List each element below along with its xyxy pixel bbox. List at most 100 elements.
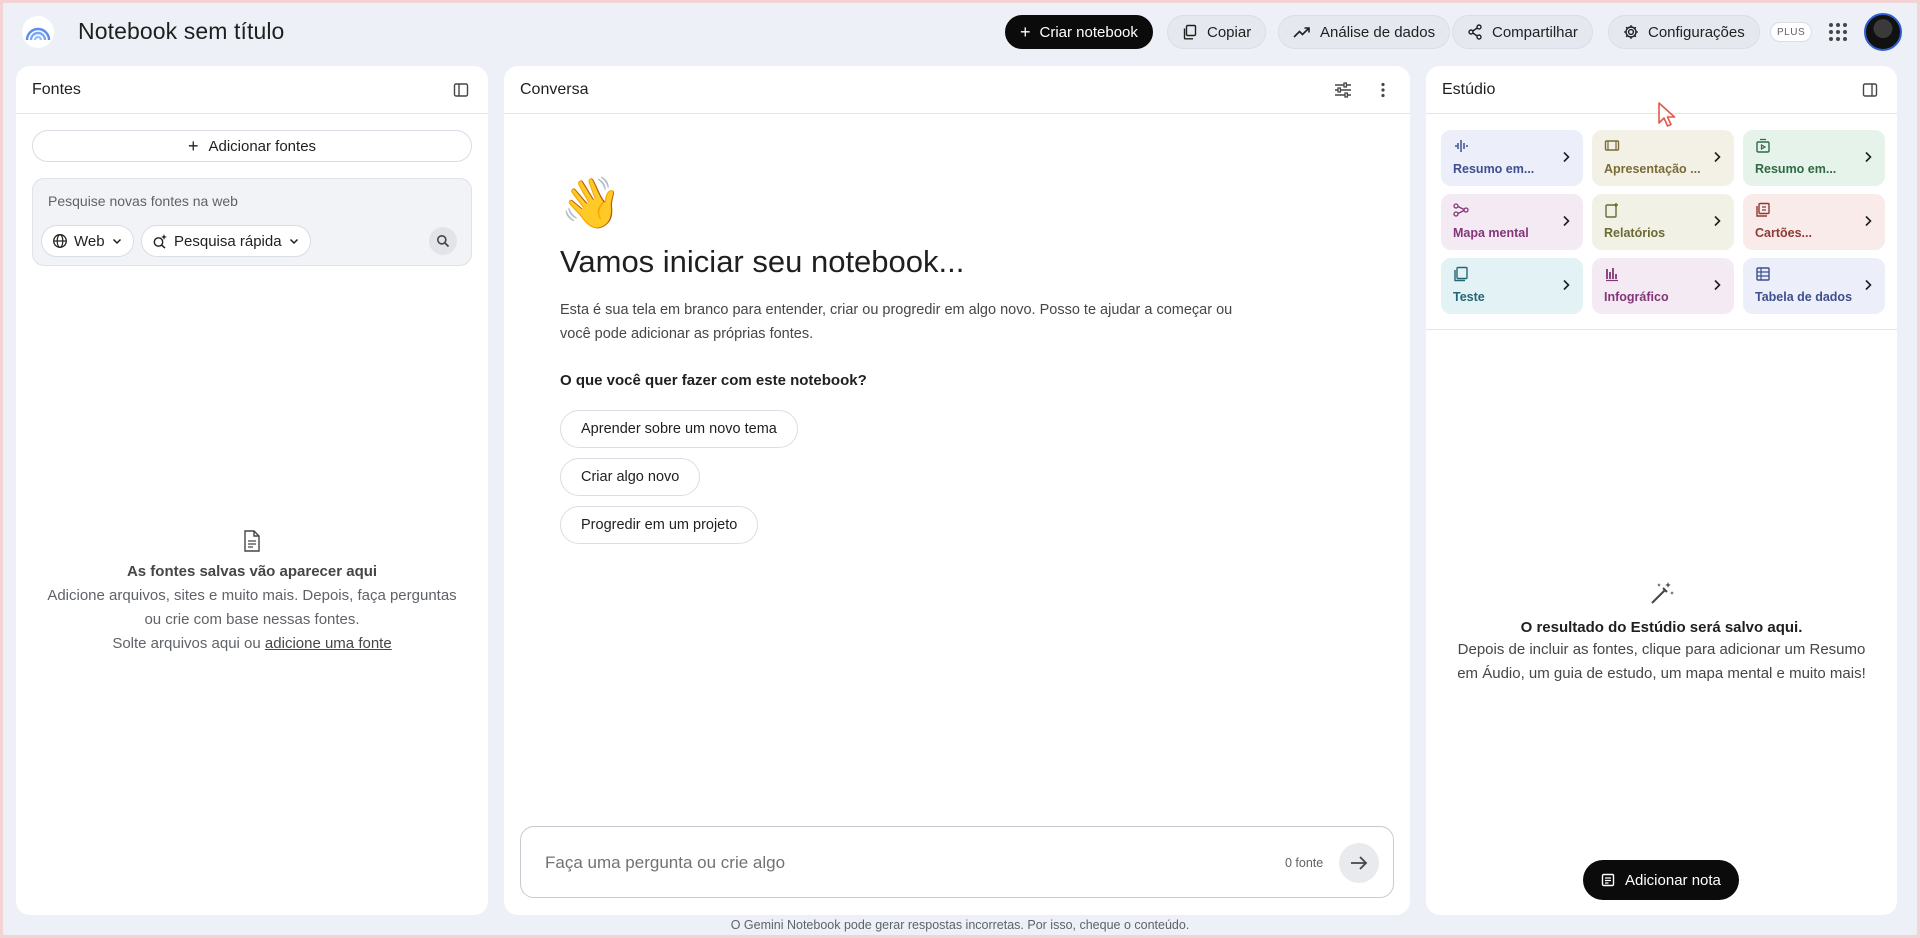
flashcards-icon <box>1756 202 1770 217</box>
sources-empty-description: Adicione arquivos, sites e muito mais. D… <box>47 587 457 628</box>
video-icon <box>1756 138 1770 153</box>
disclaimer-footer: O Gemini Notebook pode gerar respostas i… <box>730 918 1190 932</box>
create-notebook-button[interactable]: + Criar notebook <box>1005 15 1153 49</box>
chat-input[interactable]: Faça uma pergunta ou crie algo <box>545 853 785 873</box>
infographic-icon <box>1606 268 1618 282</box>
plus-icon: + <box>187 136 199 156</box>
studio-empty-description: Depois de incluir as fontes, clique para… <box>1457 641 1866 682</box>
web-source-dropdown[interactable]: Web <box>41 225 134 257</box>
copy-label: Copiar <box>1207 23 1252 41</box>
settings-button[interactable]: Configurações <box>1608 15 1760 49</box>
search-icon <box>437 235 450 248</box>
drop-hint-prefix: Solte arquivos aqui ou <box>112 635 265 652</box>
sidebar-toggle-icon <box>1862 82 1878 97</box>
sources-panel-header: Fontes <box>16 66 488 114</box>
chevron-right-icon <box>1865 215 1872 227</box>
chevron-right-icon <box>1865 279 1872 291</box>
studio-tile-mind-map[interactable]: Mapa mental <box>1441 194 1583 250</box>
suggestion-progress-project[interactable]: Progredir em um projeto <box>560 506 759 544</box>
sources-drop-hint: Solte arquivos aqui ou adicione uma font… <box>16 632 488 656</box>
studio-tile-infographic[interactable]: Infográfico <box>1592 258 1734 314</box>
account-avatar[interactable] <box>1864 13 1902 51</box>
studio-tile-video-presentation[interactable]: Apresentação ... <box>1592 130 1734 186</box>
document-icon <box>244 530 260 552</box>
chat-header-actions <box>1330 77 1396 103</box>
chat-prompt-question: O que você quer fazer com este notebook? <box>560 372 867 389</box>
studio-tile-label: Apresentação ... <box>1604 162 1701 176</box>
web-search-input[interactable]: Pesquise novas fontes na web <box>48 193 238 209</box>
studio-empty-title: O resultado do Estúdio será salvo aqui. <box>1520 619 1803 636</box>
studio-tile-label: Resumo em... <box>1755 162 1837 176</box>
more-vertical-icon <box>1381 82 1385 97</box>
research-chip-label: Pesquisa rápida <box>174 232 282 250</box>
share-button[interactable]: Compartilhar <box>1452 15 1593 49</box>
share-label: Compartilhar <box>1492 23 1578 41</box>
studio-tile-data-table[interactable]: Tabela de dados <box>1743 258 1885 314</box>
slides-icon <box>1604 140 1620 151</box>
studio-panel: Estúdio Resumo em... Apresentação ... Resu… <box>1426 66 1897 915</box>
chat-settings-button[interactable] <box>1330 77 1356 103</box>
studio-tile-video-overview[interactable]: Resumo em... <box>1743 130 1885 186</box>
suggestion-create-new[interactable]: Criar algo novo <box>560 458 701 496</box>
magic-wand-icon <box>1650 582 1674 604</box>
data-analysis-label: Análise de dados <box>1320 23 1436 41</box>
sidebar-toggle-icon <box>453 82 469 97</box>
plan-badge: PLUS <box>1770 22 1813 42</box>
chevron-right-icon <box>1865 151 1872 163</box>
studio-tile-quiz[interactable]: Teste <box>1441 258 1583 314</box>
suggestion-learn-topic[interactable]: Aprender sobre um novo tema <box>560 410 798 448</box>
trending-up-icon <box>1293 27 1310 38</box>
studio-panel-title: Estúdio <box>1442 80 1496 98</box>
chevron-right-icon <box>1563 151 1570 163</box>
chevron-right-icon <box>1714 215 1721 227</box>
top-bar: Notebook sem título + Criar notebook Cop… <box>0 0 1920 64</box>
add-sources-button[interactable]: + Adicionar fontes <box>32 130 472 162</box>
studio-tile-label: Tabela de dados <box>1755 290 1853 304</box>
tune-icon <box>1335 81 1351 98</box>
studio-divider <box>1426 329 1897 330</box>
studio-tile-label: Infográfico <box>1604 290 1669 304</box>
quiz-icon <box>1454 266 1468 282</box>
waving-hand-emoji: 👋 <box>560 175 623 231</box>
globe-icon <box>53 234 67 248</box>
studio-tile-flashcards[interactable]: Cartões... <box>1743 194 1885 250</box>
gear-icon <box>1624 25 1638 39</box>
copy-button[interactable]: Copiar <box>1167 15 1267 49</box>
data-table-icon <box>1756 267 1770 281</box>
studio-tile-label: Resumo em... <box>1453 162 1535 176</box>
add-note-label: Adicionar nota <box>1625 871 1721 889</box>
mind-map-icon <box>1453 203 1469 217</box>
logo-arcs-icon <box>25 27 51 41</box>
sources-panel-title: Fontes <box>32 80 81 98</box>
audio-waveform-icon <box>1455 140 1468 152</box>
collapse-sources-button[interactable] <box>448 77 474 103</box>
research-mode-dropdown[interactable]: Pesquisa rápida <box>141 225 311 257</box>
data-analysis-button[interactable]: Análise de dados <box>1278 15 1451 49</box>
chevron-down-icon <box>289 238 298 245</box>
collapse-studio-button[interactable] <box>1857 77 1883 103</box>
chevron-right-icon <box>1714 151 1721 163</box>
web-search-submit-button[interactable] <box>429 227 457 255</box>
studio-tile-audio-overview[interactable]: Resumo em... <box>1441 130 1583 186</box>
settings-label: Configurações <box>1648 23 1745 41</box>
add-note-button[interactable]: Adicionar nota <box>1583 860 1739 900</box>
studio-tile-reports[interactable]: Relatórios <box>1592 194 1734 250</box>
sources-empty-title: As fontes salvas vão aparecer aqui <box>126 563 378 580</box>
studio-tile-label: Relatórios <box>1604 226 1666 240</box>
add-source-link[interactable]: adicione uma fonte <box>265 635 392 652</box>
chat-panel-title: Conversa <box>520 80 589 98</box>
sources-panel: Fontes + Adicionar fontes Pesquise novas… <box>16 66 488 915</box>
chat-more-options-button[interactable] <box>1370 77 1396 103</box>
chat-welcome-heading: Vamos iniciar seu notebook... <box>560 244 965 279</box>
source-count-label: 0 fonte <box>1285 856 1324 870</box>
chat-composer: Faça uma pergunta ou crie algo 0 fonte <box>520 826 1394 898</box>
send-button[interactable] <box>1339 843 1379 883</box>
apps-grid-icon[interactable] <box>1826 20 1850 44</box>
app-logo[interactable] <box>22 16 54 48</box>
sources-empty-state: As fontes salvas vão aparecer aqui Adici… <box>16 530 488 656</box>
notebook-title[interactable]: Notebook sem título <box>78 18 284 45</box>
chevron-down-icon <box>112 238 121 245</box>
plus-icon: + <box>1020 22 1031 42</box>
chevron-right-icon <box>1714 279 1721 291</box>
copy-icon <box>1183 24 1197 40</box>
